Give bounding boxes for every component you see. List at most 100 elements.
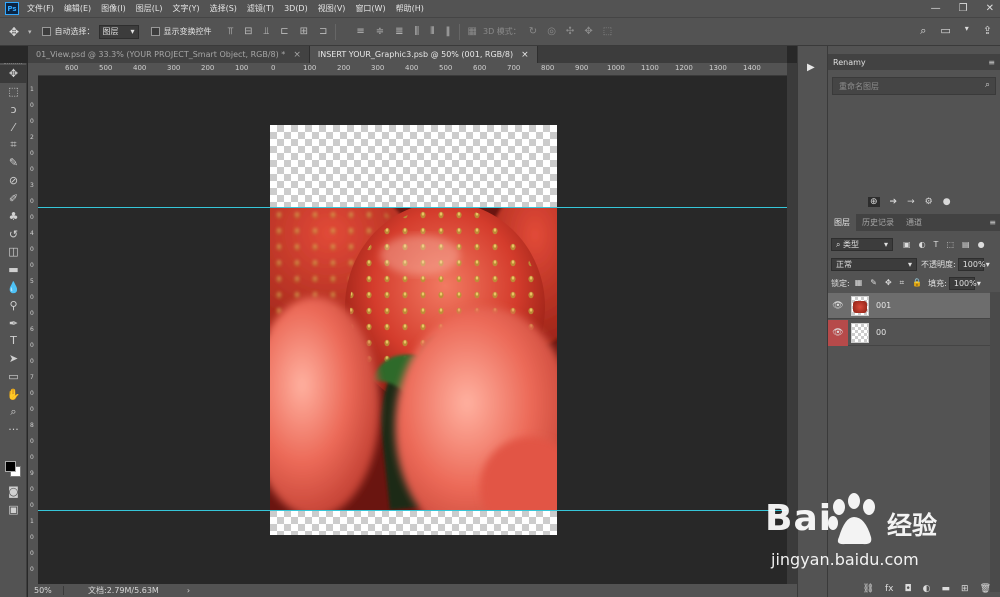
pen-icon[interactable]: ✒ bbox=[0, 314, 27, 332]
layers-scrollbar[interactable] bbox=[990, 292, 1000, 592]
menu-image[interactable]: 图像(I) bbox=[101, 3, 126, 14]
menu-view[interactable]: 视图(V) bbox=[318, 3, 346, 14]
marquee-icon[interactable]: ⬚ bbox=[0, 83, 27, 101]
tab-insert-your-graphic[interactable]: INSERT YOUR_Graphic3.psb @ 50% (001, RGB… bbox=[309, 46, 538, 63]
layer-001-strawberry-image[interactable] bbox=[270, 207, 557, 510]
search-icon[interactable]: ⌕ bbox=[985, 80, 990, 90]
brush-icon[interactable]: ✐ bbox=[0, 190, 27, 208]
info-icon[interactable]: ● bbox=[943, 197, 951, 207]
new-layer-icon[interactable]: ⊞ bbox=[961, 584, 969, 594]
chevron-down-icon[interactable]: ▾ bbox=[28, 28, 32, 36]
tab-01-view[interactable]: 01_View.psd @ 33.3% (YOUR PROJECT_Smart … bbox=[28, 46, 310, 63]
path-selection-icon[interactable]: ➤ bbox=[0, 350, 27, 368]
workspace-icon[interactable]: ▭ bbox=[940, 24, 950, 38]
status-menu-arrow[interactable]: › bbox=[187, 586, 190, 595]
eye-icon[interactable]: 👁 bbox=[828, 293, 848, 319]
menu-edit[interactable]: 编辑(E) bbox=[64, 3, 91, 14]
layer-filter-dropdown[interactable]: ⌕ 类型 ▾ bbox=[831, 237, 893, 251]
menu-layer[interactable]: 图层(L) bbox=[136, 3, 163, 14]
properties-icon[interactable]: ⊕ bbox=[868, 197, 880, 207]
opacity-input[interactable]: 100% bbox=[957, 257, 986, 271]
lasso-icon[interactable]: ↄ bbox=[0, 101, 27, 119]
magic-wand-icon[interactable]: ⁄ bbox=[0, 118, 27, 136]
layer-name[interactable]: 00 bbox=[876, 328, 886, 337]
restore-button[interactable]: ❐ bbox=[959, 3, 968, 14]
menu-filter[interactable]: 滤镜(T) bbox=[247, 3, 274, 14]
eyedropper-icon[interactable]: ✎ bbox=[0, 154, 27, 172]
rectangle-icon[interactable]: ▭ bbox=[0, 368, 27, 386]
align-left-icon[interactable]: ⊏ bbox=[280, 26, 288, 37]
horizontal-guide-top[interactable] bbox=[38, 207, 787, 208]
layer-style-icon[interactable]: fx bbox=[885, 584, 894, 594]
fill-input[interactable]: 100% bbox=[948, 276, 977, 290]
hand-icon[interactable]: ✋ bbox=[0, 385, 27, 403]
healing-brush-icon[interactable]: ⊘ bbox=[0, 172, 27, 190]
zoom-icon[interactable]: ⌕ bbox=[0, 403, 27, 421]
renamy-title[interactable]: Renamy bbox=[833, 58, 866, 67]
layer-row-001[interactable]: 👁 001 bbox=[828, 293, 990, 319]
filter-shape-icon[interactable]: ⬚ bbox=[946, 240, 954, 249]
auto-select-checkbox[interactable] bbox=[41, 27, 51, 36]
screen-mode-icon[interactable]: ▣ bbox=[0, 501, 27, 519]
lock-all-icon[interactable]: 🔒 bbox=[912, 278, 922, 288]
tab-layers[interactable]: 图层 bbox=[828, 214, 856, 231]
vertical-ruler[interactable]: 1 0 0 2 0 0 3 0 0 4 0 0 5 0 0 6 0 0 7 0 0 8 0 0 9 0 0 1 0 0 0 bbox=[28, 76, 38, 584]
clone-stamp-icon[interactable]: ♣ bbox=[0, 207, 27, 225]
settings-icon[interactable]: ⚙ bbox=[925, 197, 933, 207]
lock-artboard-icon[interactable]: ⌗ bbox=[900, 278, 905, 288]
blur-icon[interactable]: 💧 bbox=[0, 279, 27, 297]
distribute-bottom-icon[interactable]: ≣ bbox=[395, 26, 403, 37]
layer-row-00[interactable]: 👁 00 bbox=[828, 319, 990, 346]
3d-orbit-icon[interactable]: ↻ bbox=[529, 26, 537, 37]
3d-scale-icon[interactable]: ⬚ bbox=[603, 26, 612, 37]
auto-align-icon[interactable]: ▦ bbox=[468, 26, 477, 37]
new-group-icon[interactable]: ▬ bbox=[942, 584, 951, 594]
align-bottom-icon[interactable]: ⫫ bbox=[264, 26, 270, 37]
lock-pixels-icon[interactable]: ✎ bbox=[870, 278, 877, 288]
menu-window[interactable]: 窗口(W) bbox=[355, 3, 385, 14]
close-icon[interactable]: × bbox=[521, 50, 529, 60]
zoom-level[interactable]: 50% bbox=[28, 586, 64, 595]
auto-select-dropdown[interactable]: 图层 ▾ bbox=[98, 24, 139, 39]
chevron-down-icon[interactable]: ▾ bbox=[986, 260, 990, 269]
distribute-right-icon[interactable]: ‖ bbox=[446, 26, 451, 37]
share-icon[interactable]: ⇪ bbox=[983, 24, 992, 38]
3d-slide-icon[interactable]: ✥ bbox=[584, 26, 592, 37]
search-icon[interactable]: ⌕ bbox=[920, 24, 926, 38]
arrow-forward-icon[interactable]: → bbox=[907, 197, 915, 207]
distribute-hcenter-icon[interactable]: ⦀ bbox=[430, 26, 434, 37]
layer-name[interactable]: 001 bbox=[876, 301, 891, 310]
history-brush-icon[interactable]: ↺ bbox=[0, 225, 27, 243]
eraser-icon[interactable]: ◫ bbox=[0, 243, 27, 261]
3d-pan-icon[interactable]: ✣ bbox=[566, 26, 574, 37]
more-tools-icon[interactable]: ··· bbox=[0, 421, 27, 439]
panel-menu-icon[interactable]: ≡ bbox=[989, 218, 996, 227]
quick-mask-icon[interactable]: ◙ bbox=[0, 483, 27, 501]
move-icon[interactable]: ✥ bbox=[0, 65, 27, 83]
filter-smart-object-icon[interactable]: ▤ bbox=[962, 240, 970, 249]
filter-toggle-icon[interactable]: ● bbox=[978, 240, 985, 249]
tab-history[interactable]: 历史记录 bbox=[856, 217, 900, 228]
3d-roll-icon[interactable]: ◎ bbox=[547, 26, 556, 37]
move-tool-preset-icon[interactable]: ✥ bbox=[0, 25, 28, 39]
lock-transparency-icon[interactable]: ▦ bbox=[855, 278, 863, 288]
menu-3d[interactable]: 3D(D) bbox=[284, 4, 308, 13]
distribute-left-icon[interactable]: ⫼ bbox=[415, 26, 420, 37]
panel-menu-icon[interactable]: ≡ bbox=[988, 58, 995, 67]
horizontal-ruler[interactable]: 600 500 400 300 200 100 0 100 200 300 40… bbox=[38, 63, 787, 76]
link-layers-icon[interactable]: ⛓ bbox=[863, 584, 874, 594]
chevron-down-icon[interactable]: ▾ bbox=[965, 24, 969, 38]
align-top-icon[interactable]: ⫪ bbox=[228, 26, 234, 37]
distribute-top-icon[interactable]: ≡ bbox=[356, 26, 364, 37]
adjustment-layer-icon[interactable]: ◐ bbox=[923, 584, 931, 594]
renamy-search-input[interactable]: 重命名图层 ⌕ bbox=[832, 77, 996, 95]
dodge-icon[interactable]: ⚲ bbox=[0, 296, 27, 314]
filter-type-icon[interactable]: T bbox=[934, 240, 939, 249]
canvas-workspace[interactable] bbox=[38, 77, 787, 584]
gradient-icon[interactable]: ▬ bbox=[0, 261, 27, 279]
ruler-origin[interactable] bbox=[28, 63, 38, 76]
menu-file[interactable]: 文件(F) bbox=[27, 3, 54, 14]
play-icon[interactable]: ▶ bbox=[807, 62, 815, 73]
foreground-color-swatch[interactable] bbox=[5, 461, 16, 472]
close-window-button[interactable]: ✕ bbox=[986, 3, 994, 14]
